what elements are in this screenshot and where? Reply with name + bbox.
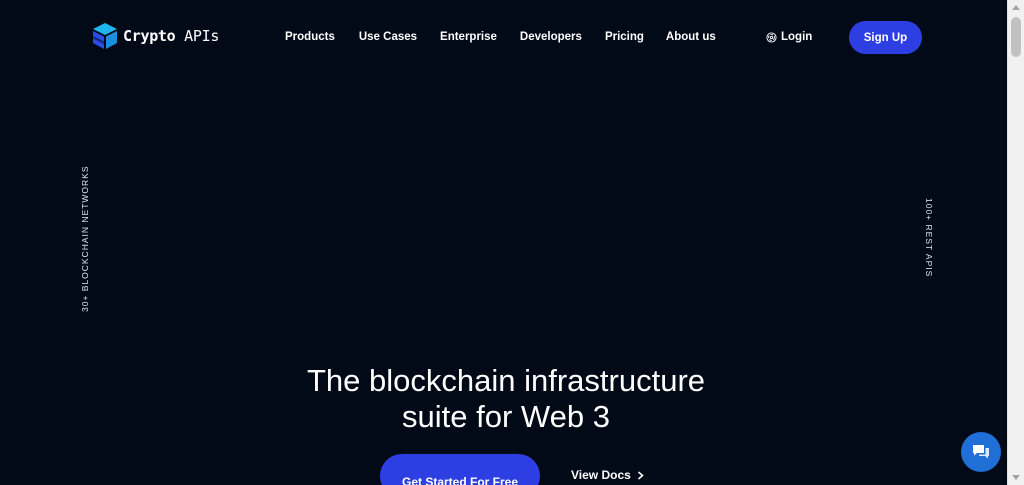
hero-title: The blockchain infrastructure suite for … bbox=[200, 363, 812, 435]
view-docs-link[interactable]: View Docs bbox=[571, 468, 644, 482]
scroll-up-icon[interactable] bbox=[1012, 5, 1020, 10]
nav-about-us[interactable]: About us bbox=[666, 31, 716, 43]
view-docs-label: View Docs bbox=[571, 468, 631, 482]
logo-wordmark: Crypto APIs bbox=[123, 27, 219, 45]
main-nav: Products Use Cases Enterprise Developers… bbox=[285, 31, 716, 43]
side-label-networks: 30+ BLOCKCHAIN NETWORKS bbox=[80, 165, 90, 312]
hero-title-line-2: suite for Web 3 bbox=[402, 399, 610, 434]
cube-logo-icon bbox=[93, 23, 117, 49]
nav-pricing[interactable]: Pricing bbox=[605, 31, 644, 43]
logo-word-light: APIs bbox=[184, 27, 220, 45]
nav-developers[interactable]: Developers bbox=[520, 31, 582, 43]
logo-link[interactable]: Crypto APIs bbox=[92, 22, 219, 50]
nav-use-cases[interactable]: Use Cases bbox=[359, 31, 417, 43]
chat-button[interactable] bbox=[961, 432, 1001, 472]
get-started-button[interactable]: Get Started For Free bbox=[380, 454, 540, 485]
scroll-down-icon[interactable] bbox=[1012, 475, 1020, 480]
logo-word-bold: Crypto bbox=[123, 27, 176, 45]
login-label: Login bbox=[781, 31, 813, 43]
nav-products[interactable]: Products bbox=[285, 31, 335, 43]
fingerprint-icon bbox=[766, 31, 777, 43]
landing-page: Crypto APIs Products Use Cases Enterpris… bbox=[0, 0, 1007, 485]
scrollbar-thumb[interactable] bbox=[1011, 17, 1021, 57]
nav-enterprise[interactable]: Enterprise bbox=[440, 31, 497, 43]
hero-title-line-1: The blockchain infrastructure bbox=[306, 363, 706, 398]
chat-bubble-icon bbox=[973, 445, 989, 459]
chevron-right-icon bbox=[637, 470, 644, 480]
login-link[interactable]: Login bbox=[766, 31, 812, 43]
signup-button[interactable]: Sign Up bbox=[849, 21, 922, 54]
page-scrollbar[interactable] bbox=[1007, 0, 1024, 485]
side-label-apis: 100+ REST APIS bbox=[924, 198, 934, 278]
